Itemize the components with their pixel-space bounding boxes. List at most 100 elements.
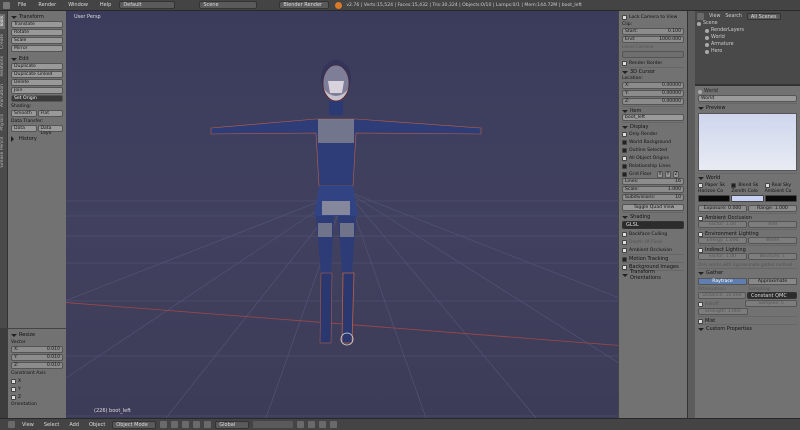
smooth-button[interactable]: Smooth xyxy=(11,110,37,117)
lock-camera-checkbox[interactable]: Lock Camera to View xyxy=(622,13,684,21)
vector-x-field[interactable]: X: 0.010 xyxy=(11,346,63,353)
shading-header[interactable]: Shading xyxy=(622,212,684,220)
set-origin-button[interactable]: Set Origin xyxy=(11,95,63,102)
transform-orientations-header[interactable]: Transform Orientations xyxy=(622,269,684,281)
flat-button[interactable]: Flat xyxy=(37,110,63,117)
all-object-origins-checkbox[interactable]: All Object Origins xyxy=(622,154,684,162)
grid-axis-y-toggle[interactable]: Y xyxy=(664,170,671,178)
menu-help[interactable]: Help xyxy=(96,2,115,8)
grid-floor-checkbox[interactable]: Grid Floor X Y Z xyxy=(622,170,684,178)
3d-viewport[interactable]: User Persp (226) boot_left xyxy=(66,11,618,418)
blend-sky-checkbox[interactable]: Blend Sk xyxy=(731,181,763,189)
outliner-view-menu[interactable]: View xyxy=(709,14,720,19)
rotate-button[interactable]: Rotate xyxy=(11,29,63,36)
sampling-select[interactable]: Constant QMC xyxy=(747,292,797,299)
mist-header[interactable]: Mist xyxy=(698,316,797,324)
scale-button[interactable]: Scale xyxy=(11,37,63,44)
constraint-x-checkbox[interactable]: X xyxy=(11,377,63,385)
ao-factor-field[interactable]: Factor: 1.00 xyxy=(698,221,747,228)
history-panel-header[interactable]: History xyxy=(11,135,63,143)
orientation-select[interactable]: Global xyxy=(215,420,250,429)
proportional-edit-icon[interactable] xyxy=(319,421,327,428)
delete-button[interactable]: Delete xyxy=(11,79,63,86)
real-sky-checkbox[interactable]: Real Sky xyxy=(764,181,797,189)
vector-z-field[interactable]: Z: 0.010 xyxy=(11,362,63,369)
distance-field[interactable]: Distance: 10.000 xyxy=(698,292,746,299)
layers-icon[interactable] xyxy=(253,421,294,428)
world-datablock-field[interactable]: World xyxy=(698,95,797,102)
raytrace-tab[interactable]: Raytrace xyxy=(698,278,747,285)
outliner-item-scene[interactable]: Scene xyxy=(697,20,798,27)
indirect-factor-field[interactable]: Factor: 1.00 xyxy=(698,253,747,260)
menu-window[interactable]: Window xyxy=(64,2,92,8)
world-background-checkbox[interactable]: World Background xyxy=(622,138,684,146)
tab-grease-pencil[interactable]: Grease Pencil xyxy=(0,135,5,169)
lock-icon[interactable] xyxy=(297,421,305,428)
shading-mode-select[interactable]: GLSL xyxy=(622,221,684,229)
render-border-checkbox[interactable]: Render Border xyxy=(622,59,684,67)
ao-mode-select[interactable]: Add xyxy=(748,221,797,228)
env-lighting-header[interactable]: Environment Lighting xyxy=(698,229,797,237)
menu-add[interactable]: Add xyxy=(66,422,82,428)
ao-header[interactable]: Ambient Occlusion xyxy=(698,213,797,221)
menu-view[interactable]: View xyxy=(19,422,37,428)
env-energy-field[interactable]: Energy: 1.000 xyxy=(698,237,747,244)
falloff-checkbox[interactable]: Falloff xyxy=(698,300,744,308)
outliner-item-hero[interactable]: Hero xyxy=(697,48,798,55)
grid-scale-field[interactable]: Scale: 1.000 xyxy=(622,186,684,193)
mode-select[interactable]: Object Mode xyxy=(112,420,157,429)
custom-properties-header[interactable]: Custom Properties xyxy=(698,324,797,332)
range-field[interactable]: Range: 1.000 xyxy=(748,205,797,212)
menu-object[interactable]: Object xyxy=(86,422,108,428)
cursor-y-field[interactable]: Y: 0.00000 xyxy=(622,90,684,97)
outliner-item-armature[interactable]: Armature xyxy=(697,41,798,48)
toggle-quad-view-button[interactable]: Toggle Quad View xyxy=(622,204,684,211)
exposure-field[interactable]: Exposure: 0.000 xyxy=(698,205,747,212)
grid-axis-z-toggle[interactable]: Z xyxy=(672,170,679,178)
character-model[interactable] xyxy=(210,60,482,346)
transform-panel-header[interactable]: Transform xyxy=(11,13,63,21)
approximate-tab[interactable]: Approximate xyxy=(748,278,797,285)
3d-cursor-header[interactable]: 3D Cursor xyxy=(622,67,684,75)
constraint-z-checkbox[interactable]: Z xyxy=(11,393,63,401)
cursor-z-field[interactable]: Z: 0.00000 xyxy=(622,98,684,105)
backface-culling-checkbox[interactable]: Backface Culling xyxy=(622,230,684,238)
duplicate-linked-button[interactable]: Duplicate Linked xyxy=(11,71,63,78)
preview-header[interactable]: Preview xyxy=(698,103,797,111)
translate-button[interactable]: Translate xyxy=(11,21,63,28)
ambient-occlusion-checkbox[interactable]: Ambient Occlusion xyxy=(622,246,684,254)
menu-render[interactable]: Render xyxy=(34,2,60,8)
outliner-search-menu[interactable]: Search xyxy=(725,14,741,19)
constraint-y-checkbox[interactable]: Y xyxy=(11,385,63,393)
env-mode-select[interactable]: White xyxy=(748,237,797,244)
tab-tools[interactable]: Tools xyxy=(0,14,5,30)
rotate-manipulator-icon[interactable] xyxy=(204,421,212,428)
translate-manipulator-icon[interactable] xyxy=(193,421,201,428)
scene-selector[interactable]: Scene xyxy=(199,1,258,9)
edit-panel-header[interactable]: Edit xyxy=(11,55,63,63)
data-layout-button[interactable]: Data Layo xyxy=(37,125,63,136)
vector-y-field[interactable]: Y: 0.010 xyxy=(11,354,63,361)
editor-type-icon[interactable] xyxy=(3,1,10,9)
clip-start-field[interactable]: Start: 0.100 xyxy=(622,28,684,35)
tab-relations[interactable]: Relations xyxy=(0,54,5,79)
layout-selector[interactable]: Default xyxy=(119,1,176,9)
indirect-bounces-field[interactable]: Bounces: 1 xyxy=(748,253,797,260)
zenith-color-swatch[interactable] xyxy=(731,195,764,202)
outliner-item-renderlayers[interactable]: RenderLayers xyxy=(697,27,798,34)
grid-subdivisions-field[interactable]: Subdivisions: 10 xyxy=(622,194,684,201)
local-camera-field[interactable] xyxy=(622,51,684,58)
outliner-editor-icon[interactable] xyxy=(697,13,704,20)
menu-select[interactable]: Select xyxy=(41,422,62,428)
mirror-button[interactable]: Mirror xyxy=(11,45,63,52)
motion-tracking-header[interactable]: Motion Tracking xyxy=(622,254,684,262)
clip-end-field[interactable]: End: 1000.000 xyxy=(622,36,684,43)
display-header[interactable]: Display xyxy=(622,122,684,130)
cursor-x-field[interactable]: X: 0.00000 xyxy=(622,82,684,89)
indirect-lighting-header[interactable]: Indirect Lighting xyxy=(698,245,797,253)
join-button[interactable]: Join xyxy=(11,87,63,94)
grid-axis-x-toggle[interactable]: X xyxy=(656,170,663,178)
ambient-color-swatch[interactable] xyxy=(764,195,797,202)
depth-of-field-checkbox[interactable]: Depth Of Field xyxy=(622,238,684,246)
snap-icon[interactable] xyxy=(308,421,316,428)
